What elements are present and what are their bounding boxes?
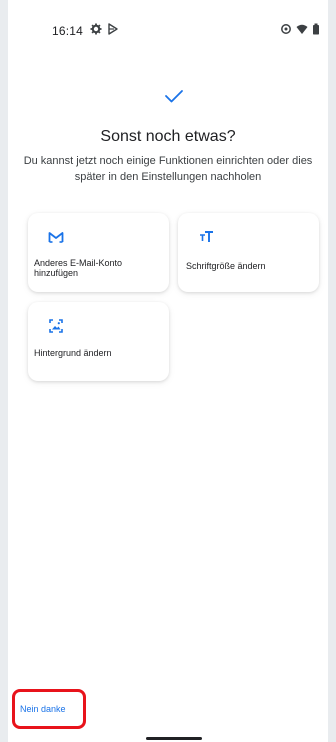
skip-button-label: Nein danke	[20, 704, 66, 714]
gesture-nav-handle[interactable]	[146, 737, 202, 740]
status-bar: 16:14	[8, 0, 328, 56]
change-font-size-card[interactable]: Schriftgröße ändern	[178, 213, 319, 292]
play-store-icon	[108, 23, 118, 35]
page-subtitle: Du kannst jetzt noch einige Funktionen e…	[23, 155, 313, 183]
status-time: 16:14	[52, 24, 84, 38]
skip-button[interactable]: Nein danke	[12, 689, 86, 729]
add-email-account-card[interactable]: Anderes E-Mail-Konto hinzufügen	[28, 213, 169, 292]
change-wallpaper-card[interactable]: Hintergrund ändern	[28, 302, 169, 381]
wallpaper-icon	[49, 319, 63, 333]
change-font-size-label: Schriftgröße ändern	[186, 261, 266, 271]
checkmark-icon	[165, 90, 183, 103]
data-saver-icon	[281, 24, 291, 34]
battery-icon	[313, 23, 319, 35]
wifi-icon	[296, 24, 308, 34]
settings-icon	[90, 23, 102, 35]
font-size-icon	[200, 231, 213, 242]
setup-screen: 16:14 Sonst noch etwas? Du kannst jetzt …	[8, 0, 328, 742]
add-email-account-label: Anderes E-Mail-Konto hinzufügen	[34, 258, 123, 278]
gmail-icon	[48, 232, 64, 243]
page-title: Sonst noch etwas?	[100, 128, 236, 145]
change-wallpaper-label: Hintergrund ändern	[34, 348, 112, 358]
